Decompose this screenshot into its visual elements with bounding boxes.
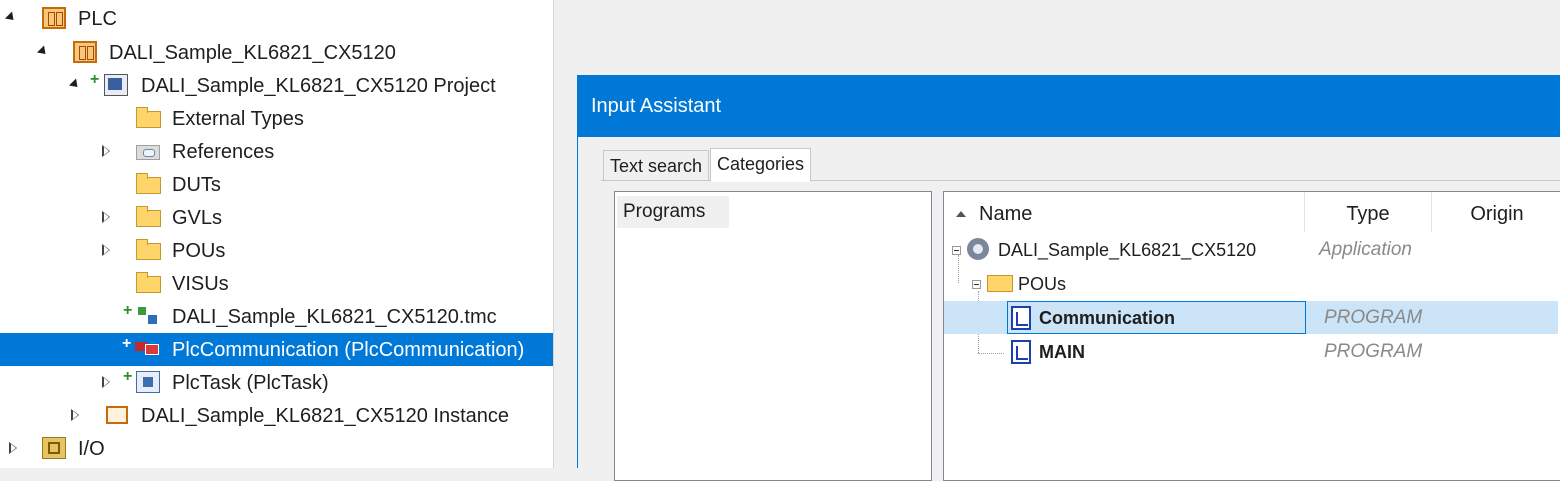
grid-row-application[interactable]: DALI_Sample_KL6821_CX5120 Application — [944, 233, 1560, 266]
column-header-label: Name — [979, 203, 1033, 225]
tree-item-label: PlcCommunication (PlcCommunication) — [172, 339, 525, 361]
grid-row-main[interactable]: MAIN PROGRAM — [944, 335, 1560, 368]
add-overlay-icon: + — [90, 71, 100, 88]
program-icon — [1011, 340, 1031, 364]
tree-item-plc[interactable]: PLC — [0, 2, 553, 35]
tree-item-duts[interactable]: DUTs — [0, 168, 553, 201]
expanded-arrow-icon[interactable] — [4, 11, 18, 24]
collapsed-arrow-icon[interactable] — [102, 145, 111, 157]
grid-row-communication[interactable]: Communication PROGRAM — [944, 301, 1558, 334]
row-type: PROGRAM — [1324, 341, 1423, 362]
tree-item-label: DALI_Sample_KL6821_CX5120 Project — [141, 75, 496, 97]
categories-list[interactable]: Programs — [614, 191, 932, 481]
tree-item-references[interactable]: References — [0, 135, 553, 168]
collapsed-arrow-icon[interactable] — [9, 442, 18, 454]
folder-icon — [136, 239, 161, 260]
collapsed-arrow-icon[interactable] — [102, 244, 111, 256]
row-name: Communication — [1039, 308, 1176, 328]
tree-item-project[interactable]: + DALI_Sample_KL6821_CX5120 Project — [0, 69, 553, 102]
tree-item-instance[interactable]: DALI_Sample_KL6821_CX5120 Instance — [0, 399, 553, 432]
row-name: DALI_Sample_KL6821_CX5120 — [998, 240, 1257, 260]
collapse-icon[interactable] — [972, 280, 981, 289]
items-grid[interactable]: Name Type Origin DALI_Sample_KL6821_CX51… — [943, 191, 1560, 481]
add-overlay-icon: + — [123, 302, 133, 319]
tree-item-label: VISUs — [172, 273, 229, 295]
folder-icon — [987, 275, 1013, 292]
folder-icon — [136, 107, 161, 128]
solution-explorer-tree: PLC DALI_Sample_KL6821_CX5120 + DALI_Sam… — [0, 0, 554, 468]
input-assistant-dialog: Input Assistant Text search Categories P… — [577, 75, 1560, 481]
collapsed-arrow-icon[interactable] — [102, 211, 111, 223]
collapsed-arrow-icon[interactable] — [71, 409, 80, 421]
tree-item-io[interactable]: I/O — [0, 432, 553, 465]
row-name: POUs — [1018, 274, 1067, 294]
grid-row-pous[interactable]: POUs — [944, 267, 1560, 300]
folder-icon — [136, 173, 161, 194]
add-overlay-icon: + — [122, 335, 132, 352]
collapsed-arrow-icon[interactable] — [102, 376, 111, 388]
category-item-programs[interactable]: Programs — [617, 196, 729, 228]
row-type: Application — [1319, 239, 1412, 260]
tab-categories[interactable]: Categories — [710, 148, 812, 182]
plc-icon — [42, 7, 66, 29]
tree-item-pous[interactable]: POUs — [0, 234, 553, 267]
tree-item-tmc-file[interactable]: + DALI_Sample_KL6821_CX5120.tmc — [0, 300, 553, 333]
add-overlay-icon: + — [123, 368, 133, 385]
column-header-name[interactable]: Name — [944, 192, 1305, 232]
tree-item-label: GVLs — [172, 207, 223, 229]
tree-item-label: DALI_Sample_KL6821_CX5120 — [109, 42, 396, 64]
gear-icon — [967, 238, 989, 260]
tree-item-gvls[interactable]: GVLs — [0, 201, 553, 234]
folder-icon — [136, 272, 161, 293]
sort-ascending-icon — [956, 211, 966, 217]
tree-item-label: References — [172, 141, 275, 163]
instance-icon — [106, 406, 128, 424]
project-icon — [104, 74, 128, 96]
expanded-arrow-icon[interactable] — [68, 78, 82, 91]
column-header-type[interactable]: Type — [1305, 192, 1432, 232]
folder-icon — [136, 206, 161, 227]
tree-item-visus[interactable]: VISUs — [0, 267, 553, 300]
collapse-icon[interactable] — [952, 246, 961, 255]
tmc-file-icon — [136, 305, 160, 327]
tree-item-external-types[interactable]: External Types — [0, 102, 553, 135]
tree-item-label: External Types — [172, 108, 304, 130]
task-icon — [136, 371, 160, 393]
tree-item-label: DALI_Sample_KL6821_CX5120.tmc — [172, 306, 497, 328]
program-icon — [1011, 306, 1031, 330]
plc-communication-icon — [134, 338, 159, 360]
tab-text-search[interactable]: Text search — [603, 150, 710, 181]
references-icon — [136, 145, 160, 160]
row-type: PROGRAM — [1324, 307, 1423, 328]
tree-item-label: PLC — [78, 8, 117, 30]
tree-item-label: DALI_Sample_KL6821_CX5120 Instance — [141, 405, 510, 427]
plc-project-icon — [73, 41, 97, 63]
tree-item-label: DUTs — [172, 174, 221, 196]
row-name: MAIN — [1039, 342, 1085, 362]
tree-item-label: PlcTask (PlcTask) — [172, 372, 329, 394]
column-header-origin[interactable]: Origin — [1432, 192, 1560, 232]
tree-item-plc-project-root[interactable]: DALI_Sample_KL6821_CX5120 — [0, 36, 553, 69]
tree-item-label: I/O — [78, 438, 105, 460]
tree-item-plc-communication[interactable]: + PlcCommunication (PlcCommunication) — [0, 333, 553, 366]
tree-item-label: POUs — [172, 240, 226, 262]
dialog-title: Input Assistant — [578, 75, 1560, 137]
io-icon — [42, 437, 66, 459]
tree-item-plc-task[interactable]: + PlcTask (PlcTask) — [0, 366, 553, 399]
expanded-arrow-icon[interactable] — [36, 45, 50, 58]
